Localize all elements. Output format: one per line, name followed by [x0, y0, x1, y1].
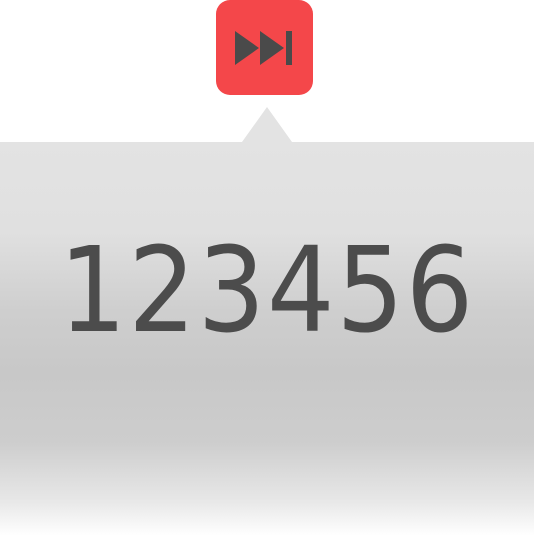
- skip-forward-button[interactable]: [216, 0, 313, 95]
- skip-forward-icon: [233, 30, 297, 66]
- counter-value: 123456: [58, 221, 476, 359]
- app-window: 123456: [0, 0, 534, 536]
- popover-arrow: [242, 107, 292, 142]
